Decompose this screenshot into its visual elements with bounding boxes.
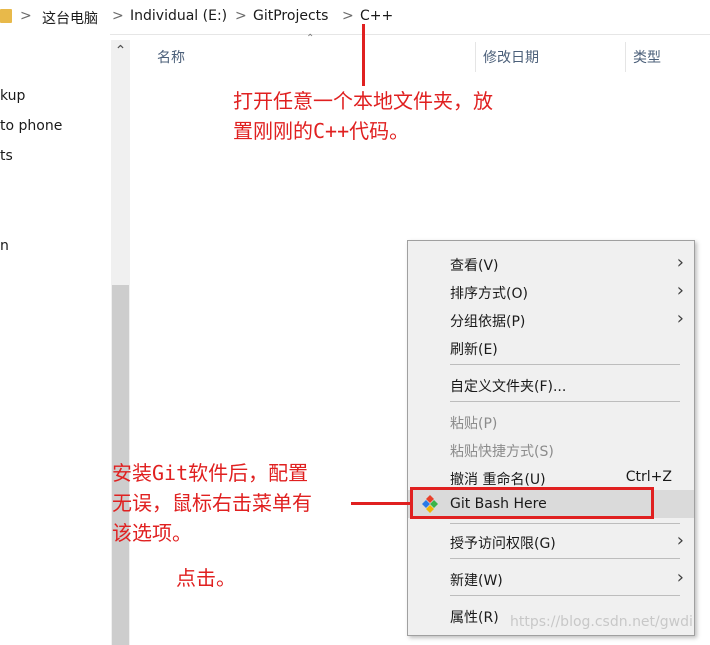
menu-item-sort[interactable]: 排序方式(O) › xyxy=(408,278,694,304)
menu-separator xyxy=(450,595,680,596)
menu-item-group[interactable]: 分组依据(P) › xyxy=(408,306,694,332)
nav-item[interactable]: kup xyxy=(0,88,25,104)
breadcrumb-gitprojects[interactable]: GitProjects xyxy=(253,8,328,24)
menu-separator xyxy=(450,401,680,402)
chevron-right-icon: > xyxy=(342,8,354,24)
scroll-up-icon[interactable]: ⌃ xyxy=(111,40,130,62)
column-header-modified[interactable]: 修改日期 xyxy=(483,47,539,67)
menu-item-paste-shortcut[interactable]: 粘贴快捷方式(S) xyxy=(408,436,694,462)
menu-item-customize-folder[interactable]: 自定义文件夹(F)... xyxy=(408,371,694,397)
annotation-open-folder: 打开任意一个本地文件夹，放 置刚刚的C++代码。 xyxy=(233,89,493,143)
folder-icon xyxy=(0,9,12,23)
chevron-right-icon: › xyxy=(676,252,684,273)
menu-item-refresh[interactable]: 刷新(E) xyxy=(408,334,694,360)
chevron-right-icon: > xyxy=(235,8,247,24)
annotation-highlight-box xyxy=(410,487,654,519)
sort-caret-icon: ⌃ xyxy=(306,33,315,44)
menu-separator xyxy=(450,364,680,365)
address-bar[interactable]: > 这台电脑 > Individual (E:) > GitProjects >… xyxy=(0,0,710,35)
shortcut-label: Ctrl+Z xyxy=(625,469,672,485)
annotation-git-install: 安装Git软件后，配置 无误，鼠标右击菜单有 该选项。 xyxy=(112,461,312,545)
menu-item-view[interactable]: 查看(V) › xyxy=(408,250,694,276)
breadcrumb-drive[interactable]: Individual (E:) xyxy=(130,8,227,24)
chevron-right-icon: > xyxy=(20,8,32,24)
annotation-click: 点击。 xyxy=(176,566,236,590)
breadcrumb-current-folder[interactable]: C++ xyxy=(360,8,393,24)
nav-item[interactable]: to phone xyxy=(0,118,62,134)
column-divider[interactable] xyxy=(625,42,626,72)
menu-item-new[interactable]: 新建(W) › xyxy=(408,565,694,591)
menu-item-paste[interactable]: 粘贴(P) xyxy=(408,408,694,434)
chevron-right-icon: > xyxy=(112,8,124,24)
nav-item[interactable]: n xyxy=(0,238,9,254)
column-header-type[interactable]: 类型 xyxy=(633,47,661,67)
chevron-right-icon: › xyxy=(676,530,684,551)
context-menu: 查看(V) › 排序方式(O) › 分组依据(P) › 刷新(E) 自定义文件夹… xyxy=(407,240,695,636)
menu-item-grant-access[interactable]: 授予访问权限(G) › xyxy=(408,528,694,554)
column-header-name[interactable]: 名称 xyxy=(157,47,185,67)
menu-separator xyxy=(450,558,680,559)
navigation-pane: kup to phone ts n xyxy=(0,34,110,645)
watermark: https://blog.csdn.net/gwdi xyxy=(510,614,693,630)
chevron-right-icon: › xyxy=(676,308,684,329)
column-divider[interactable] xyxy=(475,42,476,72)
annotation-pointer-line xyxy=(351,502,411,505)
breadcrumb-this-pc[interactable]: 这台电脑 xyxy=(42,8,98,28)
annotation-pointer-line xyxy=(362,24,365,86)
nav-item[interactable]: ts xyxy=(0,148,13,164)
chevron-right-icon: › xyxy=(676,280,684,301)
chevron-right-icon: › xyxy=(676,567,684,588)
menu-separator xyxy=(450,523,680,524)
